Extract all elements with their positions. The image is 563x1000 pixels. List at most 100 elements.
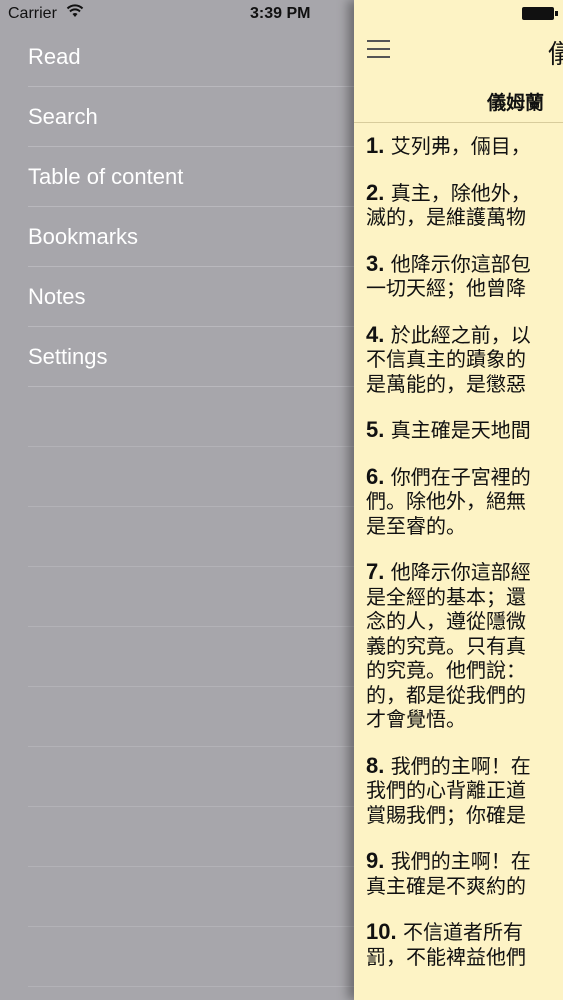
menu-item-notes[interactable]: Notes <box>28 267 354 327</box>
verse-list: 1. 艾列弗，倆目， 2. 真主，除他外， 滅的，是維護萬物 3. 他降示你這部包 一切… <box>366 133 563 991</box>
verse-line: 6. 你們在子宮裡的 <box>366 463 563 490</box>
verse-text: 真主確是天地間 <box>390 418 531 442</box>
verse-text: 念的人，遵從隱微 <box>366 609 526 633</box>
verse-text: 滅的，是維護萬物 <box>366 205 526 229</box>
verse-text: 他降示你這部包 <box>390 251 531 276</box>
menu-item-table-of-content[interactable]: Table of content <box>28 147 354 207</box>
verse-text: 罰，不能裨益他們 <box>366 944 526 969</box>
verse-line: 是萬能的，是懲惡 <box>366 372 563 397</box>
battery-icon <box>522 7 558 20</box>
empty-row <box>28 507 354 567</box>
verse-line: 4. 於此經之前，以 <box>366 321 563 348</box>
verse-line: 滅的，是維護萬物 <box>366 205 563 230</box>
verse-text: 的究竟。他們說： <box>366 658 526 682</box>
status-time: 3:39 PM <box>250 5 311 22</box>
verse-text: 是至睿的。 <box>366 513 466 538</box>
reading-panel: 儀 儀姆蘭 1. 艾列弗，倆目， 2. 真主，除他外， 滅的，是維護萬物 3. 他降示… <box>354 0 563 1000</box>
verse: 10. 不信道者所有 罰，不能裨益他們 <box>366 919 563 970</box>
verse: 3. 他降示你這部包 一切天經；他曾降 <box>366 250 563 301</box>
verse-text: 他降示你這部經 <box>390 560 531 584</box>
verse-line: 2. 真主，除他外， <box>366 179 563 206</box>
verse-number: 8. <box>366 752 385 778</box>
empty-row <box>28 807 354 867</box>
verse-line: 我們的心背離正道 <box>366 778 563 803</box>
verse-line: 們。除他外，絕無 <box>366 489 563 514</box>
verse-line: 9. 我們的主啊！在 <box>366 848 563 874</box>
verse-text: 賞賜我們；你確是 <box>366 802 526 827</box>
verse-number: 10. <box>366 919 397 944</box>
verse-number: 9. <box>366 848 385 873</box>
verse: 9. 我們的主啊！在 真主確是不爽約的 <box>366 848 563 899</box>
verse-text: 艾列弗，倆目， <box>390 134 531 158</box>
verse-text: 一切天經；他曾降 <box>366 276 526 300</box>
verse-line: 是全經的基本；還 <box>366 585 563 610</box>
chapter-subtitle: 儀姆蘭 <box>487 92 545 114</box>
verse-text: 不信真主的蹟象的 <box>366 347 526 371</box>
empty-row <box>28 927 354 987</box>
menu-item-bookmarks[interactable]: Bookmarks <box>28 207 354 267</box>
verse-line: 7. 他降示你這部經 <box>366 559 563 585</box>
verse-line: 真主確是不爽約的 <box>366 874 563 899</box>
verse-line: 賞賜我們；你確是 <box>366 803 563 828</box>
empty-row <box>28 567 354 627</box>
verse-line: 8. 我們的主啊！在 <box>366 752 563 779</box>
verse-line: 不信真主的蹟象的 <box>366 347 563 372</box>
verse-text: 我們的心背離正道 <box>366 778 526 802</box>
empty-row <box>28 747 354 807</box>
verse-line: 10. 不信道者所有 <box>366 919 563 945</box>
verse-number: 5. <box>366 417 385 442</box>
empty-row <box>28 867 354 927</box>
verse-text: 是全經的基本；還 <box>366 584 526 609</box>
verse-line: 一切天經；他曾降 <box>366 276 563 301</box>
verse-line: 的，都是從我們的 <box>366 683 563 708</box>
verse-number: 7. <box>366 559 385 584</box>
verse-number: 4. <box>366 321 385 347</box>
menu-item-search[interactable]: Search <box>28 87 354 147</box>
verse-line: 1. 艾列弗，倆目， <box>366 133 563 159</box>
carrier-label: Carrier <box>8 5 57 22</box>
menu-icon[interactable] <box>367 40 390 64</box>
side-drawer: Read Search Table of content Bookmarks N… <box>0 0 354 1000</box>
verse-number: 1. <box>366 133 385 158</box>
menu-item-settings[interactable]: Settings <box>28 327 354 387</box>
verse-line: 是至睿的。 <box>366 514 563 539</box>
verse: 7. 他降示你這部經 是全經的基本；還 念的人，遵從隱微 義的究竟。只有真 的究竟。他們… <box>366 559 563 732</box>
verse-number: 6. <box>366 463 385 489</box>
verse-line: 念的人，遵從隱微 <box>366 609 563 634</box>
verse-text: 真主，除他外， <box>390 180 531 205</box>
verse: 4. 於此經之前，以 不信真主的蹟象的 是萬能的，是懲惡 <box>366 321 563 397</box>
drawer-menu: Read Search Table of content Bookmarks N… <box>0 27 354 387</box>
verse-text: 我們的主啊！在 <box>390 753 531 778</box>
verse: 6. 你們在子宮裡的 們。除他外，絕無 是至睿的。 <box>366 463 563 539</box>
empty-row <box>28 387 354 447</box>
verse-line: 3. 他降示你這部包 <box>366 250 563 277</box>
verse-text: 義的究竟。只有真 <box>366 633 526 658</box>
verse-text: 不信道者所有 <box>402 920 523 944</box>
verse-line: 才會覺悟。 <box>366 707 563 732</box>
menu-item-read[interactable]: Read <box>28 27 354 87</box>
status-bar: Carrier 3:39 PM <box>0 0 563 28</box>
page-title: 儀 <box>548 40 563 70</box>
empty-menu-rows <box>28 387 354 987</box>
verse: 8. 我們的主啊！在 我們的心背離正道 賞賜我們；你確是 <box>366 752 563 828</box>
verse-text: 我們的主啊！在 <box>390 849 531 873</box>
verse-line: 5. 真主確是天地間 <box>366 417 563 443</box>
empty-row <box>28 447 354 507</box>
verse-text: 真主確是不爽約的 <box>366 873 526 898</box>
verse-line: 的究竟。他們說： <box>366 658 563 683</box>
verse-text: 你們在子宮裡的 <box>390 464 531 489</box>
verse-text: 們。除他外，絕無 <box>366 489 526 513</box>
verse-number: 3. <box>366 250 385 276</box>
verse-line: 罰，不能裨益他們 <box>366 945 563 970</box>
empty-row <box>28 687 354 747</box>
verse-text: 才會覺悟。 <box>366 707 466 731</box>
wifi-icon <box>66 4 84 17</box>
verse-number: 2. <box>366 179 385 205</box>
verse: 1. 艾列弗，倆目， <box>366 133 563 159</box>
verse-text: 是萬能的，是懲惡 <box>366 371 526 396</box>
divider <box>354 122 563 123</box>
verse: 2. 真主，除他外， 滅的，是維護萬物 <box>366 179 563 230</box>
verse-line: 義的究竟。只有真 <box>366 634 563 659</box>
verse-text: 於此經之前，以 <box>390 322 531 347</box>
empty-row <box>28 627 354 687</box>
